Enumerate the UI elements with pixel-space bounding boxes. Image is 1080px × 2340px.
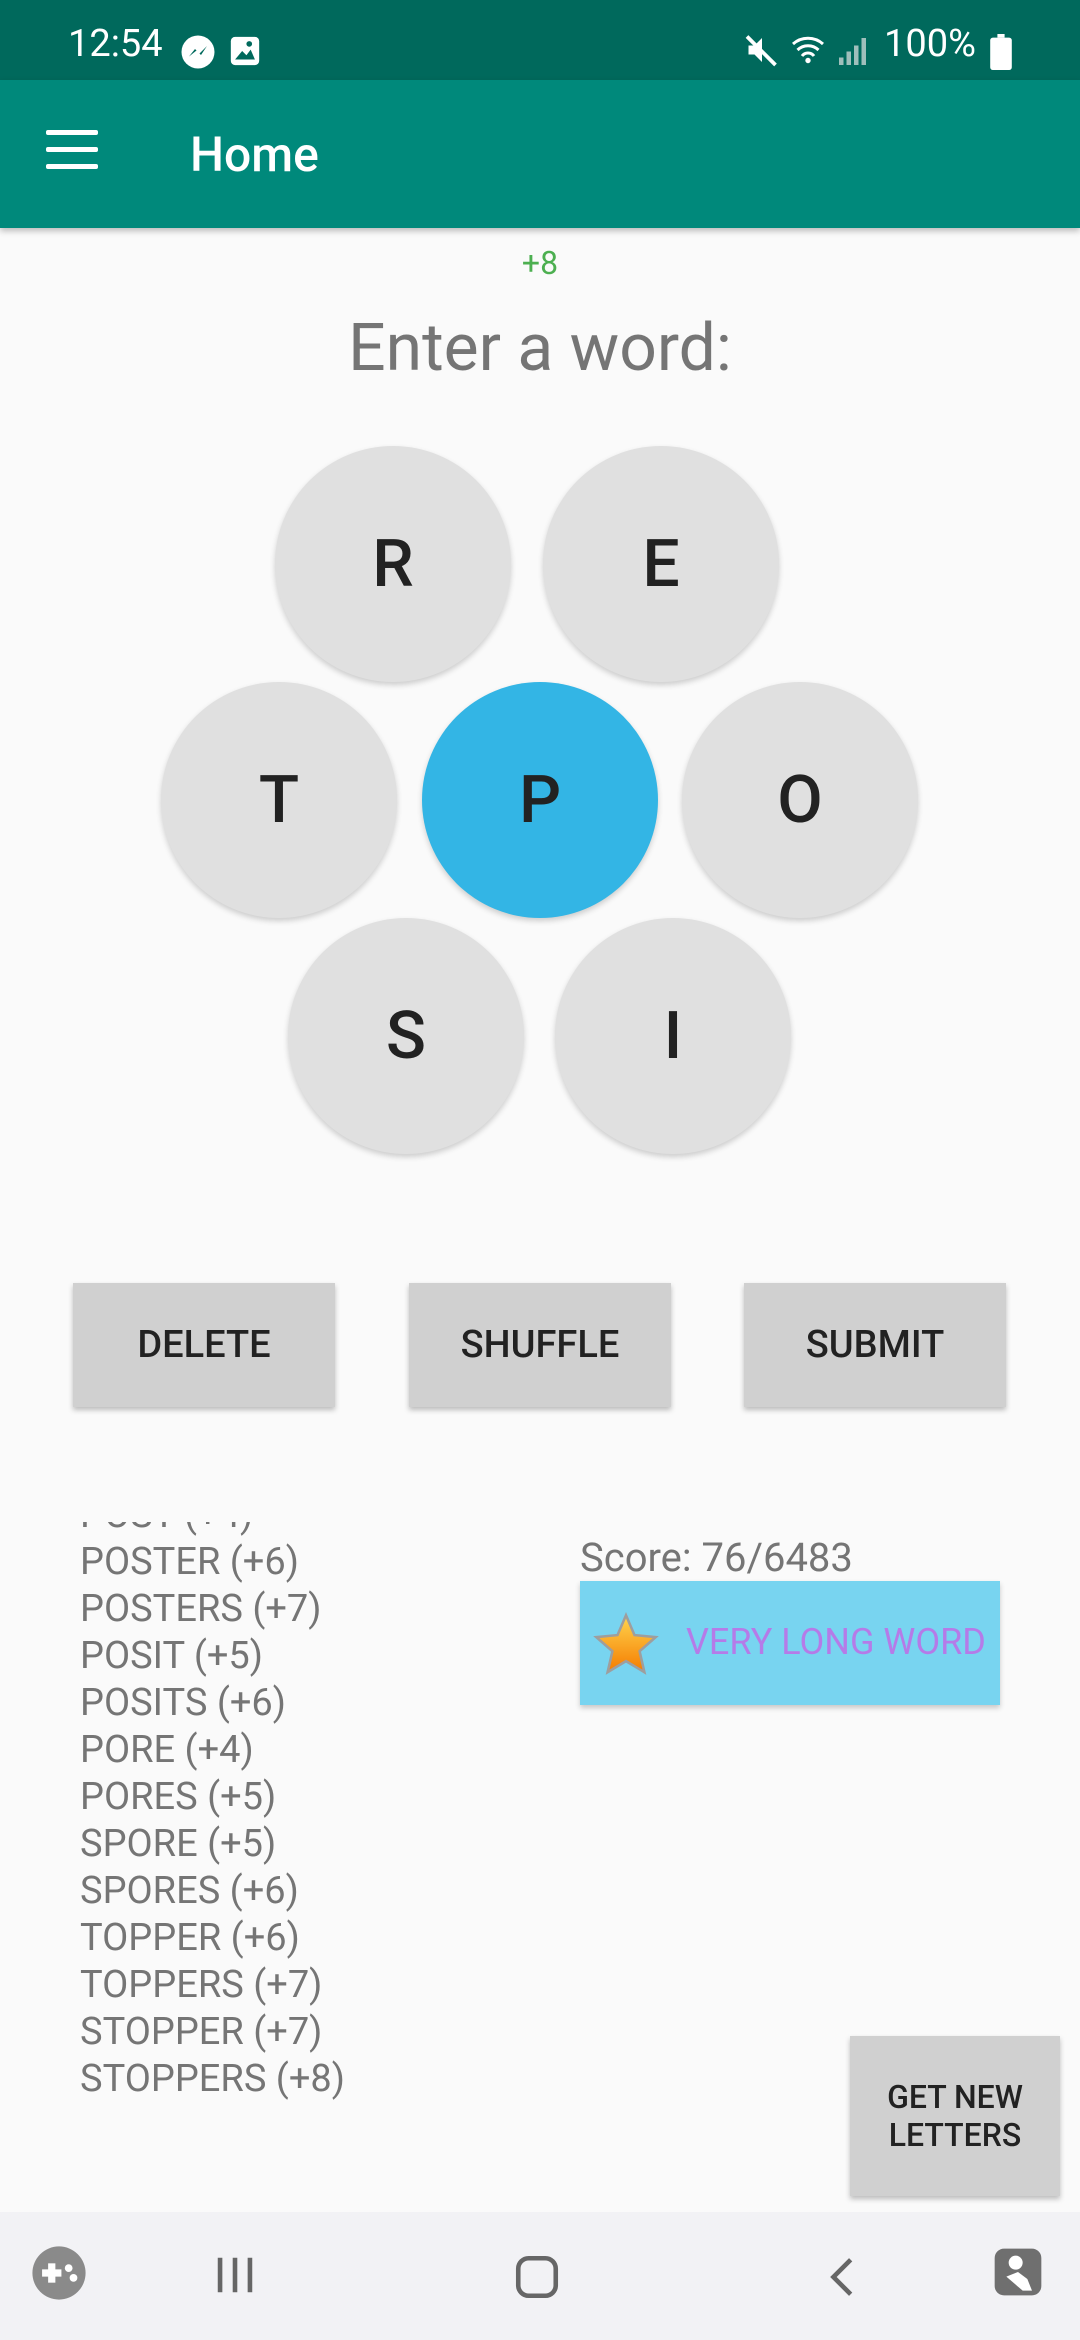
accessibility-icon[interactable] bbox=[990, 2244, 1046, 2300]
list-item: SPORE (+5) bbox=[80, 1822, 277, 1866]
list-item: TOPPERS (+7) bbox=[80, 1963, 323, 2007]
achievement-badge: VERY LONG WORD bbox=[580, 1581, 1000, 1705]
delete-button[interactable]: DELETE bbox=[73, 1283, 335, 1407]
shuffle-button[interactable]: SHUFFLE bbox=[409, 1283, 671, 1407]
battery-icon bbox=[990, 34, 1012, 70]
list-item: PORE (+4) bbox=[80, 1728, 254, 1772]
letter-tile-o[interactable]: O bbox=[682, 682, 918, 918]
messenger-icon bbox=[181, 35, 215, 69]
button-label-line1: GET NEW bbox=[887, 2078, 1023, 2116]
badge-label: VERY LONG WORD bbox=[686, 1621, 986, 1663]
center-letter-tile[interactable]: P bbox=[422, 682, 658, 918]
app-bar: Home bbox=[0, 80, 1080, 228]
list-item: SPORES (+6) bbox=[80, 1869, 299, 1913]
score-text: Score: 76/6483 bbox=[580, 1534, 853, 1581]
star-icon bbox=[593, 1612, 659, 1675]
list-item: POST (+4) bbox=[80, 1522, 500, 1539]
list-item: POSTER (+6) bbox=[80, 1540, 299, 1584]
get-new-letters-button[interactable]: GET NEW LETTERS bbox=[850, 2036, 1060, 2196]
button-label-line2: LETTERS bbox=[888, 2116, 1022, 2154]
navigation-bar bbox=[0, 2212, 1080, 2340]
list-item: STOPPER (+7) bbox=[80, 2010, 323, 2054]
game-launcher-icon[interactable] bbox=[30, 2244, 88, 2302]
battery-percent: 100% bbox=[884, 22, 976, 66]
list-item: POSTERS (+7) bbox=[80, 1587, 322, 1631]
list-item: POSIT (+5) bbox=[80, 1634, 263, 1678]
image-icon bbox=[230, 36, 260, 66]
letter-tile-r[interactable]: R bbox=[275, 446, 511, 682]
list-item: STOPPERS (+8) bbox=[80, 2057, 345, 2101]
letter-tile-e[interactable]: E bbox=[543, 446, 779, 682]
letter-tile-s[interactable]: S bbox=[288, 918, 524, 1154]
hamburger-icon[interactable] bbox=[46, 130, 98, 170]
letter-tile-t[interactable]: T bbox=[161, 682, 397, 918]
signal-icon bbox=[839, 38, 866, 65]
list-item: PORES (+5) bbox=[80, 1775, 277, 1819]
wifi-icon bbox=[792, 36, 824, 64]
list-item: POSITS (+6) bbox=[80, 1681, 286, 1725]
last-word-points: +8 bbox=[521, 244, 559, 282]
home-icon[interactable] bbox=[512, 2252, 562, 2302]
word-prompt: Enter a word: bbox=[348, 310, 732, 387]
found-words-list[interactable]: POST (+4) POSTER (+6) POSTERS (+7) POSIT… bbox=[80, 1522, 500, 2107]
status-time: 12:54 bbox=[68, 22, 163, 66]
recent-apps-icon[interactable] bbox=[210, 2252, 260, 2298]
letter-tile-i[interactable]: I bbox=[555, 918, 791, 1154]
submit-button[interactable]: SUBMIT bbox=[744, 1283, 1006, 1407]
status-bar: 12:54 100% bbox=[0, 0, 1080, 80]
back-icon[interactable] bbox=[820, 2252, 866, 2302]
page-title: Home bbox=[190, 126, 319, 183]
list-item: TOPPER (+6) bbox=[80, 1916, 300, 1960]
mute-icon bbox=[745, 35, 777, 67]
